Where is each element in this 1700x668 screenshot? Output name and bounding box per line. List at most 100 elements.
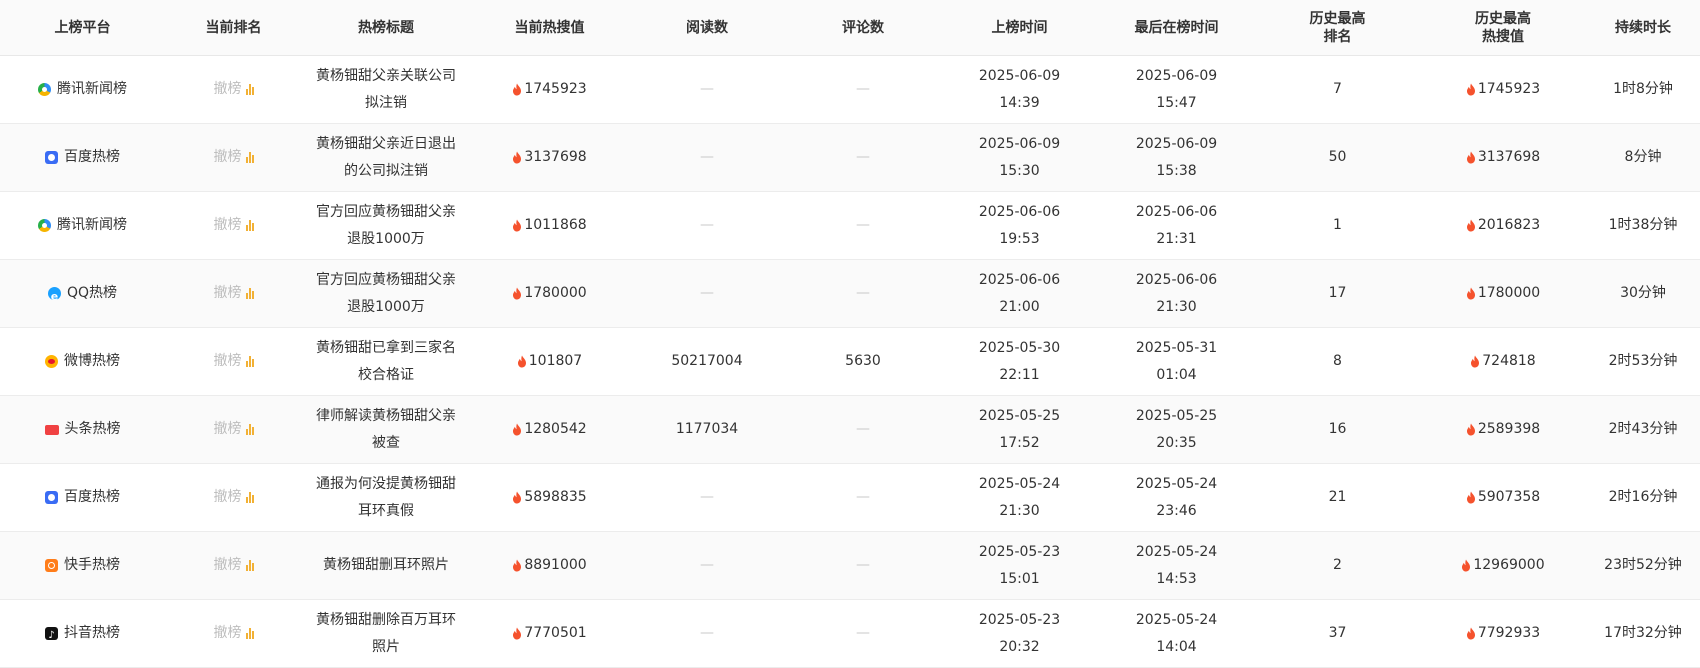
last-date: 2025-06-06	[1135, 203, 1218, 220]
hot-topic-title[interactable]: 官方回应黄杨钿甜父亲退股1000万	[311, 199, 461, 253]
start-date: 2025-06-06	[978, 271, 1061, 288]
last-date: 2025-06-09	[1135, 135, 1218, 152]
comments-value: —	[856, 557, 870, 573]
table-row[interactable]: 微博热榜 撤榜 黄杨钿甜已拿到三家名校合格证 101807 50217004 5…	[0, 328, 1700, 396]
current-hot-value: 3137698	[524, 149, 587, 165]
header-duration[interactable]: 持续时长	[1586, 19, 1700, 37]
rank-status-label: 撤榜	[213, 285, 242, 301]
bar-chart-icon	[245, 628, 254, 639]
duration-value: 30分钟	[1620, 285, 1666, 301]
best-rank-cell: 1	[1255, 212, 1420, 239]
title-cell[interactable]: 黄杨钿甜父亲近日退出的公司拟注销	[302, 131, 470, 185]
current-hot-cell: 101807	[470, 348, 629, 375]
duration-cell: 1时8分钟	[1586, 76, 1700, 103]
title-cell[interactable]: 官方回应黄杨钿甜父亲退股1000万	[302, 199, 470, 253]
flame-icon	[513, 151, 522, 164]
title-cell[interactable]: 官方回应黄杨钿甜父亲退股1000万	[302, 267, 470, 321]
last-clock: 01:04	[1156, 366, 1197, 383]
table-row[interactable]: 百度热榜 撤榜 黄杨钿甜父亲近日退出的公司拟注销 3137698 — — 202…	[0, 124, 1700, 192]
baidu-icon	[45, 151, 58, 164]
table-row[interactable]: 快手热榜 撤榜 黄杨钿甜删耳环照片 8891000 — — 2025-05-23…	[0, 532, 1700, 600]
comments-value: —	[856, 217, 870, 233]
start-time-cell: 2025-06-06 19:53	[941, 199, 1098, 253]
douyin-icon	[45, 622, 58, 649]
rank-status: 撤榜	[214, 76, 254, 103]
comments-value: —	[856, 285, 870, 301]
comments-value: —	[856, 421, 870, 437]
hot-topic-title[interactable]: 黄杨钿甜删除百万耳环照片	[311, 607, 461, 661]
start-clock: 17:52	[999, 434, 1040, 451]
tencent-news-icon	[38, 83, 51, 96]
best-hot-value: 1780000	[1477, 285, 1541, 301]
duration-value: 2时43分钟	[1608, 421, 1678, 437]
platform-cell: 腾讯新闻榜	[0, 76, 165, 103]
table-row[interactable]: 抖音热榜 撤榜 黄杨钿甜删除百万耳环照片 7770501 — — 2025-05…	[0, 600, 1700, 668]
hot-topic-title[interactable]: 官方回应黄杨钿甜父亲退股1000万	[311, 267, 461, 321]
header-comments[interactable]: 评论数	[785, 19, 941, 37]
header-best-hot-line1: 历史最高	[1475, 10, 1531, 27]
start-clock: 21:30	[999, 502, 1040, 519]
start-clock: 14:39	[999, 94, 1040, 111]
reads-value: —	[700, 81, 714, 97]
reads-value: —	[700, 557, 714, 573]
comments-value: —	[856, 625, 870, 641]
rank-status-label: 撤榜	[213, 217, 242, 233]
title-cell[interactable]: 黄杨钿甜删除百万耳环照片	[302, 607, 470, 661]
rank-status: 撤榜	[214, 348, 254, 375]
best-rank-value: 16	[1328, 421, 1347, 437]
header-best-hot-line2: 热搜值	[1482, 28, 1524, 45]
rank-status-label: 撤榜	[213, 81, 242, 97]
flame-icon	[1466, 423, 1475, 436]
table-row[interactable]: 百度热榜 撤榜 通报为何没提黄杨钿甜耳环真假 5898835 — — 2025-…	[0, 464, 1700, 532]
current-rank-cell: 撤榜	[165, 484, 302, 511]
hot-topic-title[interactable]: 黄杨钿甜父亲关联公司拟注销	[311, 63, 461, 117]
hot-topic-title[interactable]: 通报为何没提黄杨钿甜耳环真假	[311, 471, 461, 525]
duration-value: 8分钟	[1624, 149, 1662, 165]
last-time-cell: 2025-06-09 15:47	[1098, 63, 1255, 117]
header-platform[interactable]: 上榜平台	[0, 19, 165, 37]
header-best-rank[interactable]: 历史最高 排名	[1255, 10, 1420, 46]
title-cell[interactable]: 律师解读黄杨钿甜父亲被查	[302, 403, 470, 457]
title-cell[interactable]: 黄杨钿甜已拿到三家名校合格证	[302, 335, 470, 389]
title-cell[interactable]: 黄杨钿甜父亲关联公司拟注销	[302, 63, 470, 117]
best-hot-value: 12969000	[1473, 557, 1545, 573]
qq-icon	[47, 283, 61, 310]
last-date: 2025-06-09	[1135, 67, 1218, 84]
header-current-hot[interactable]: 当前热搜值	[470, 19, 629, 37]
duration-cell: 1时38分钟	[1586, 212, 1700, 239]
header-reads[interactable]: 阅读数	[629, 19, 785, 37]
header-current-rank[interactable]: 当前排名	[165, 19, 302, 37]
duration-cell: 2时53分钟	[1586, 348, 1700, 375]
last-clock: 23:46	[1156, 502, 1197, 519]
bar-chart-icon	[245, 560, 254, 571]
header-best-hot[interactable]: 历史最高 热搜值	[1420, 10, 1586, 46]
hot-topic-title[interactable]: 黄杨钿甜已拿到三家名校合格证	[311, 335, 461, 389]
comments-cell: —	[785, 552, 941, 579]
best-rank-value: 17	[1328, 285, 1347, 301]
comments-cell: —	[785, 144, 941, 171]
platform-name: 腾讯新闻榜	[57, 81, 127, 97]
last-date: 2025-05-25	[1135, 407, 1218, 424]
best-rank-value: 7	[1333, 81, 1342, 97]
table-row[interactable]: 头条热榜 撤榜 律师解读黄杨钿甜父亲被查 1280542 1177034 — 2…	[0, 396, 1700, 464]
hot-topic-title[interactable]: 律师解读黄杨钿甜父亲被查	[311, 403, 461, 457]
header-last-time[interactable]: 最后在榜时间	[1098, 19, 1255, 37]
comments-cell: —	[785, 280, 941, 307]
best-hot-cell: 724818	[1420, 348, 1586, 375]
platform-cell: 百度热榜	[0, 484, 165, 511]
table-row[interactable]: QQ热榜 撤榜 官方回应黄杨钿甜父亲退股1000万 1780000 — — 20…	[0, 260, 1700, 328]
hot-topic-title[interactable]: 黄杨钿甜删耳环照片	[323, 552, 449, 579]
table-row[interactable]: 腾讯新闻榜 撤榜 黄杨钿甜父亲关联公司拟注销 1745923 — — 2025-…	[0, 56, 1700, 124]
title-cell[interactable]: 通报为何没提黄杨钿甜耳环真假	[302, 471, 470, 525]
table-row[interactable]: 腾讯新闻榜 撤榜 官方回应黄杨钿甜父亲退股1000万 1011868 — — 2…	[0, 192, 1700, 260]
last-date: 2025-05-24	[1135, 543, 1218, 560]
title-cell[interactable]: 黄杨钿甜删耳环照片	[302, 552, 470, 579]
last-time-cell: 2025-06-09 15:38	[1098, 131, 1255, 185]
header-best-rank-line1: 历史最高	[1309, 10, 1366, 27]
hot-topic-title[interactable]: 黄杨钿甜父亲近日退出的公司拟注销	[311, 131, 461, 185]
current-hot-value: 1745923	[524, 81, 587, 97]
platform-name: 百度热榜	[64, 489, 120, 505]
reads-value: —	[700, 625, 714, 641]
comments-cell: —	[785, 620, 941, 647]
header-start-time[interactable]: 上榜时间	[941, 19, 1098, 37]
